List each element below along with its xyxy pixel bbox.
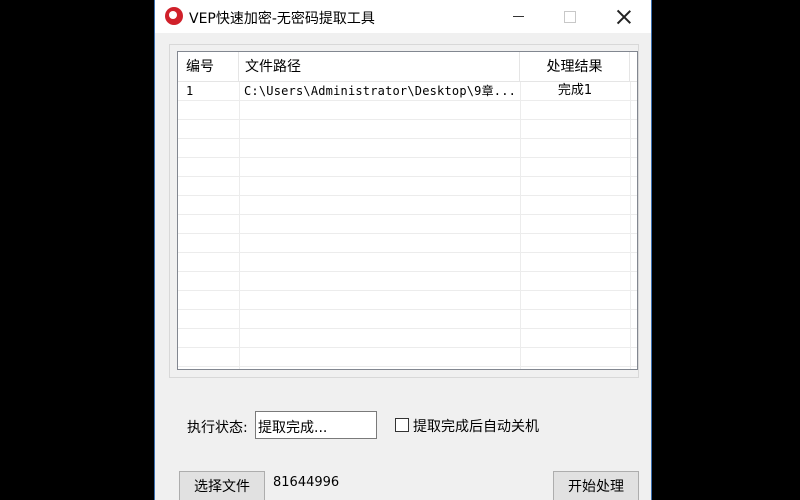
- start-button[interactable]: 开始处理: [553, 471, 639, 500]
- empty-row: [178, 291, 637, 310]
- auto-shutdown-label[interactable]: 提取完成后自动关机: [413, 416, 539, 436]
- file-list[interactable]: 编号 文件路径 处理结果 1 C:\Users\Administrator\De…: [177, 51, 638, 370]
- select-file-button[interactable]: 选择文件: [179, 471, 265, 500]
- minimize-icon: [512, 16, 524, 17]
- empty-row: [178, 272, 637, 291]
- empty-row: [178, 234, 637, 253]
- empty-row: [178, 177, 637, 196]
- empty-row: [178, 329, 637, 348]
- row-number: 1: [186, 84, 194, 98]
- app-window: VEP快速加密-无密码提取工具 编号 文件路径 处理结果 1 C:\Users\…: [154, 0, 652, 500]
- status-label: 执行状态:: [187, 420, 248, 436]
- column-header-path[interactable]: 文件路径: [239, 52, 520, 82]
- empty-row: [178, 348, 637, 367]
- row-result: 完成1: [557, 83, 593, 98]
- close-icon: [617, 10, 631, 24]
- column-header-result[interactable]: 处理结果: [520, 52, 630, 82]
- row-file-path: C:\Users\Administrator\Desktop\9章...: [244, 84, 516, 98]
- table-row[interactable]: 1 C:\Users\Administrator\Desktop\9章... 完…: [178, 82, 637, 101]
- empty-row: [178, 158, 637, 177]
- empty-row: [178, 120, 637, 139]
- empty-row: [178, 310, 637, 329]
- empty-row: [178, 253, 637, 272]
- title-bar[interactable]: VEP快速加密-无密码提取工具: [155, 0, 651, 33]
- column-header-number[interactable]: 编号: [178, 52, 239, 82]
- list-rows: 1 C:\Users\Administrator\Desktop\9章... 完…: [178, 82, 637, 369]
- empty-row: [178, 101, 637, 120]
- code-text: 81644996: [273, 475, 340, 490]
- close-button[interactable]: [601, 0, 647, 33]
- empty-row: [178, 196, 637, 215]
- maximize-icon: [564, 10, 576, 23]
- status-field[interactable]: [255, 411, 377, 439]
- maximize-button: [547, 0, 593, 33]
- auto-shutdown-checkbox[interactable]: [395, 418, 409, 432]
- window-title: VEP快速加密-无密码提取工具: [189, 11, 375, 27]
- empty-row: [178, 215, 637, 234]
- minimize-button[interactable]: [495, 0, 541, 33]
- app-logo-icon: [165, 7, 183, 25]
- list-header: 编号 文件路径 处理结果: [178, 52, 637, 82]
- empty-row: [178, 139, 637, 158]
